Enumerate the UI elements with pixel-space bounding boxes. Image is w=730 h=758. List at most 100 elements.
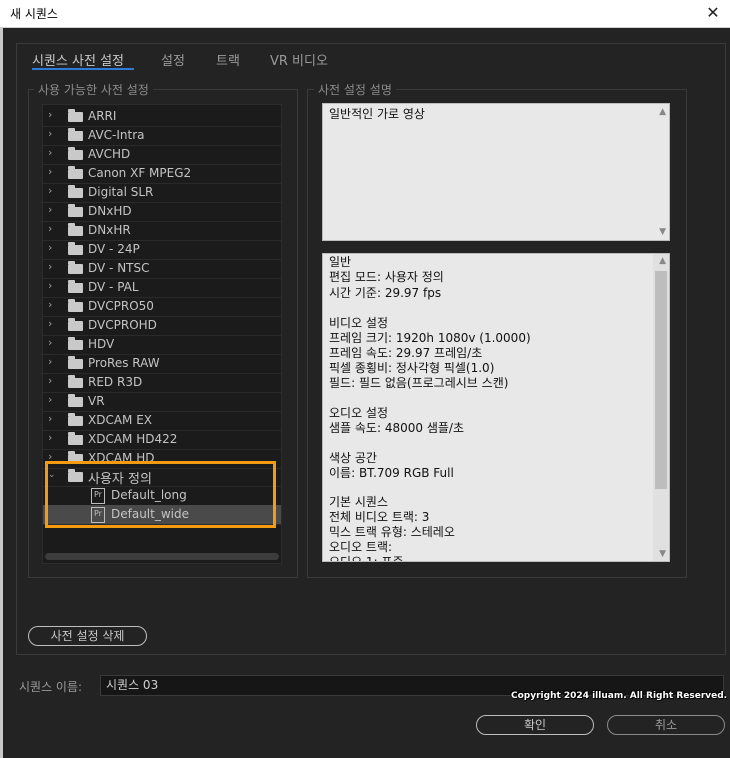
preset-item-default-long[interactable]: Pr Default_long: [43, 486, 281, 506]
chevron-right-icon[interactable]: ›: [48, 450, 58, 463]
detail-line: 편집 모드: 사용자 정의: [329, 270, 444, 284]
preset-description-box: 일반적인 가로 영상 ▲ ▼: [322, 103, 670, 241]
chevron-right-icon[interactable]: ›: [48, 355, 58, 368]
folder-icon: [68, 318, 83, 331]
tree-horizontal-scrollbar[interactable]: [45, 553, 279, 560]
chevron-right-icon[interactable]: ›: [48, 222, 58, 235]
preset-folder-label: ProRes RAW: [88, 356, 160, 370]
preset-file-icon: Pr: [91, 488, 105, 504]
detail-line: 시간 기준: 29.97 fps: [329, 286, 442, 300]
preset-folder-label: XDCAM HD422: [88, 432, 178, 446]
preset-folder-prores-raw[interactable]: › ProRes RAW: [43, 354, 281, 374]
preset-folder-label: DV - PAL: [88, 280, 139, 294]
scroll-up-icon[interactable]: ▲: [659, 107, 666, 117]
preset-folder-hdv[interactable]: › HDV: [43, 335, 281, 355]
chevron-right-icon[interactable]: ›: [48, 184, 58, 197]
cancel-button[interactable]: 취소: [607, 715, 725, 735]
folder-icon: [68, 261, 83, 274]
preset-folder-arri[interactable]: › ARRI: [43, 107, 281, 127]
chevron-down-icon[interactable]: ⌄: [48, 470, 58, 480]
folder-icon: [68, 375, 83, 388]
chevron-right-icon[interactable]: ›: [48, 431, 58, 444]
chevron-right-icon[interactable]: ›: [48, 374, 58, 387]
window-edge: [0, 28, 3, 758]
detail-line: 이름: BT.709 RGB Full: [329, 466, 454, 480]
preset-folder-label: ARRI: [88, 109, 117, 123]
scrollbar-thumb[interactable]: [655, 271, 667, 489]
details-scrollbar[interactable]: ▲ ▼: [653, 254, 669, 561]
folder-icon: [68, 109, 83, 122]
chevron-right-icon[interactable]: ›: [48, 317, 58, 330]
preset-tree[interactable]: › ARRI › AVC-Intra › AVCHD › Canon XF MPEG2 …: [42, 104, 282, 564]
preset-folder-vr[interactable]: › VR: [43, 392, 281, 412]
chevron-right-icon[interactable]: ›: [48, 146, 58, 159]
delete-preset-button[interactable]: 사전 설정 삭제: [28, 626, 147, 646]
chevron-right-icon[interactable]: ›: [48, 203, 58, 216]
preset-folder-avc-intra[interactable]: › AVC-Intra: [43, 126, 281, 146]
folder-icon: [68, 413, 83, 426]
preset-folder-digital-slr[interactable]: › Digital SLR: [43, 183, 281, 203]
preset-folder-label: XDCAM HD: [88, 451, 155, 465]
preset-folder-xdcam-hd422[interactable]: › XDCAM HD422: [43, 430, 281, 450]
chevron-right-icon[interactable]: ›: [48, 336, 58, 349]
preset-folder-label: Canon XF MPEG2: [88, 166, 192, 180]
detail-line: 샘플 속도: 48000 샘플/초: [329, 421, 464, 435]
preset-folder-label: 사용자 정의: [88, 472, 152, 487]
folder-icon: [68, 204, 83, 217]
sequence-name-label: 시퀀스 이름:: [19, 680, 83, 694]
preset-folder-label: DNxHR: [88, 223, 131, 237]
chevron-right-icon[interactable]: ›: [48, 279, 58, 292]
close-icon[interactable]: ✕: [696, 0, 730, 27]
preset-folder-dvcpro50[interactable]: › DVCPRO50: [43, 297, 281, 317]
preset-folder-canon-xf[interactable]: › Canon XF MPEG2: [43, 164, 281, 184]
folder-icon: [68, 299, 83, 312]
folder-icon: [68, 469, 83, 482]
folder-icon: [68, 242, 83, 255]
chevron-right-icon[interactable]: ›: [48, 108, 58, 121]
preset-item-label: Default_long: [111, 488, 187, 502]
preset-folder-label: VR: [88, 394, 105, 408]
scroll-down-icon[interactable]: ▼: [659, 549, 666, 559]
preset-folder-label: AVC-Intra: [88, 128, 145, 142]
preset-folder-dnxhd[interactable]: › DNxHD: [43, 202, 281, 222]
preset-item-default-wide[interactable]: Pr Default_wide: [43, 505, 281, 525]
folder-icon: [68, 280, 83, 293]
folder-icon: [68, 223, 83, 236]
chevron-right-icon[interactable]: ›: [48, 127, 58, 140]
folder-icon: [68, 356, 83, 369]
folder-icon: [68, 185, 83, 198]
folder-icon: [68, 451, 83, 464]
scroll-up-icon[interactable]: ▲: [659, 256, 666, 266]
preset-folder-dvcprohd[interactable]: › DVCPROHD: [43, 316, 281, 336]
preset-folder-red-r3d[interactable]: › RED R3D: [43, 373, 281, 393]
chevron-right-icon[interactable]: ›: [48, 260, 58, 273]
tab-vr-video[interactable]: VR 비디오: [270, 50, 328, 69]
preset-folder-dv-pal[interactable]: › DV - PAL: [43, 278, 281, 298]
chevron-right-icon[interactable]: ›: [48, 412, 58, 425]
preset-folder-dv-24p[interactable]: › DV - 24P: [43, 240, 281, 260]
preset-folder-dnxhr[interactable]: › DNxHR: [43, 221, 281, 241]
chevron-right-icon[interactable]: ›: [48, 393, 58, 406]
ok-button[interactable]: 확인: [476, 715, 594, 735]
preset-folder-label: DNxHD: [88, 204, 132, 218]
folder-icon: [68, 147, 83, 160]
tab-tracks[interactable]: 트랙: [216, 50, 240, 69]
tab-sequence-presets[interactable]: 시퀀스 사전 설정: [32, 50, 124, 69]
title-bar: 새 시퀀스 ✕: [0, 0, 730, 28]
window-title: 새 시퀀스: [10, 7, 58, 21]
preset-folder-label: DV - NTSC: [88, 261, 150, 275]
folder-icon: [68, 432, 83, 445]
preset-folder-custom[interactable]: ⌄ 사용자 정의: [43, 467, 281, 487]
preset-folder-dv-ntsc[interactable]: › DV - NTSC: [43, 259, 281, 279]
chevron-right-icon[interactable]: ›: [48, 298, 58, 311]
preset-folder-avchd[interactable]: › AVCHD: [43, 145, 281, 165]
preset-folder-xdcam-ex[interactable]: › XDCAM EX: [43, 411, 281, 431]
folder-icon: [68, 394, 83, 407]
chevron-right-icon[interactable]: ›: [48, 165, 58, 178]
tab-settings[interactable]: 설정: [161, 50, 185, 69]
chevron-right-icon[interactable]: ›: [48, 241, 58, 254]
preset-details-box: 일반 편집 모드: 사용자 정의 시간 기준: 29.97 fps 비디오 설정…: [322, 253, 670, 562]
scroll-down-icon[interactable]: ▼: [659, 227, 666, 237]
detail-line: 오디오 1: 표준: [329, 555, 404, 562]
preset-folder-xdcam-hd[interactable]: › XDCAM HD: [43, 449, 281, 469]
